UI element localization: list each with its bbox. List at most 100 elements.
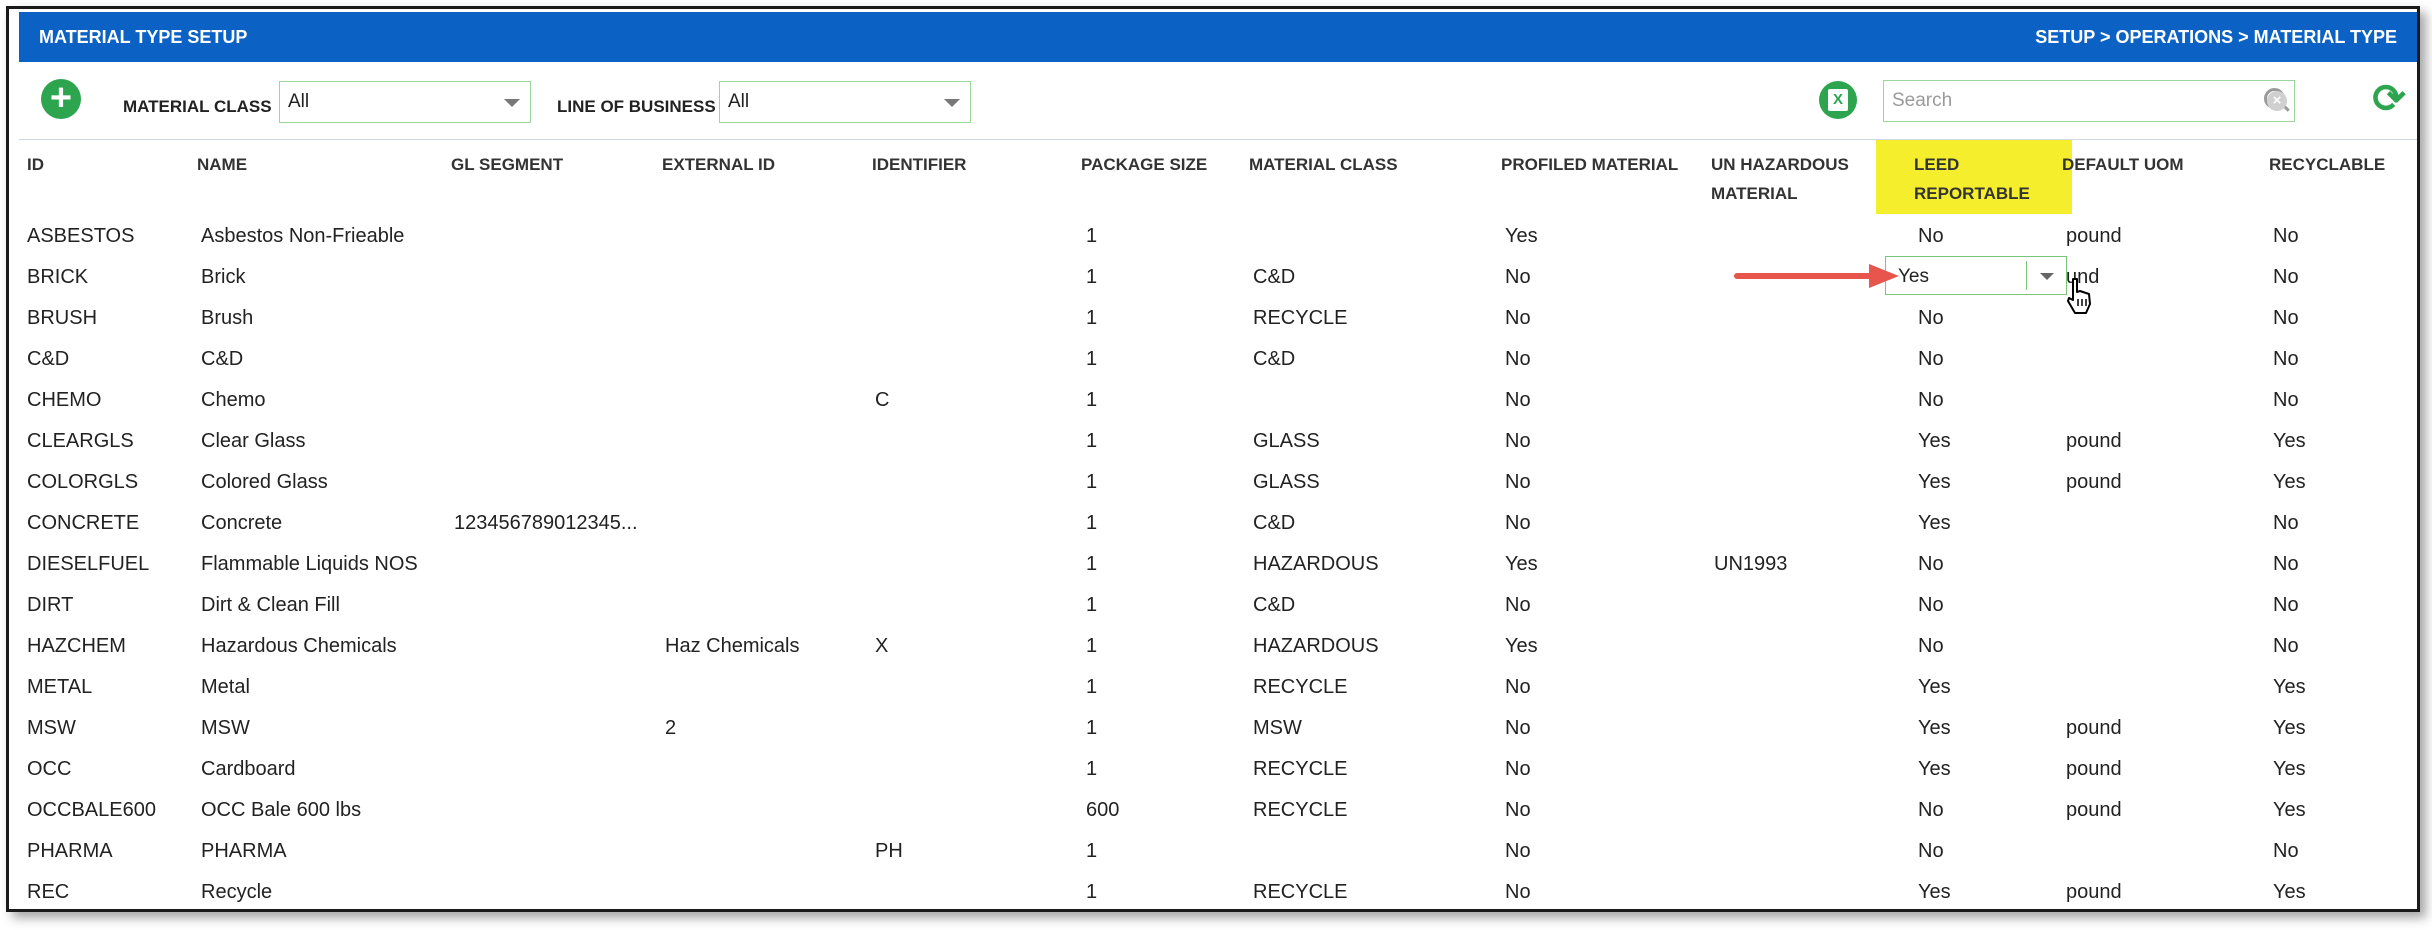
table-row[interactable]: ASBESTOS Asbestos Non-Frieable 1 Yes No pound… [19,214,2417,256]
cell-package-size: 1 [1086,758,1098,780]
table-row[interactable]: OCCBALE600 OCC Bale 600 lbs 600 RECYCLE No No… [19,788,2417,830]
cell-id: CONCRETE [27,512,140,534]
hand-cursor-icon [2067,278,2091,314]
cell-name: C&D [201,348,244,370]
cell-package-size: 1 [1086,512,1098,534]
cell-package-size: 1 [1086,389,1098,411]
table-row[interactable]: OCC Cardboard 1 RECYCLE No Yes pound Yes [19,747,2417,789]
cell-id: C&D [27,348,70,370]
search-input[interactable] [1890,87,2214,115]
cell-leed-reportable: Yes [1918,430,1951,452]
cell-recyclable: No [2273,225,2299,247]
cell-recyclable: Yes [2273,430,2306,452]
cell-recyclable: Yes [2273,717,2306,739]
cell-leed-reportable: Yes [1918,717,1951,739]
chevron-down-icon [504,99,520,107]
cell-external-id: 2 [665,717,677,739]
cell-name: Brush [201,307,254,329]
cell-package-size: 1 [1086,676,1098,698]
cell-leed-reportable: No [1918,840,1944,862]
material-class-value: All [288,91,310,112]
cell-identifier: PH [875,840,903,862]
cell-profiled-material: Yes [1505,225,1538,247]
refresh-icon[interactable]: ⟳ [2369,79,2409,119]
cell-name: PHARMA [201,840,287,862]
cell-profiled-material: No [1505,717,1531,739]
add-icon[interactable]: + [41,79,81,119]
cell-default-uom: pound [2066,799,2122,821]
material-type-window: MATERIAL TYPE SETUP SETUP > OPERATIONS >… [6,6,2420,912]
cell-leed-reportable: Yes [1918,471,1951,493]
breadcrumb[interactable]: SETUP > OPERATIONS > MATERIAL TYPE [2035,27,2397,48]
cell-id: ASBESTOS [27,225,135,247]
table-row[interactable]: PHARMA PHARMA PH 1 No No No [19,829,2417,871]
cell-profiled-material: No [1505,799,1531,821]
col-un-hazardous[interactable]: UN HAZARDOUS MATERIAL [1711,150,1849,208]
cell-id: HAZCHEM [27,635,126,657]
chevron-down-icon[interactable] [2040,273,2054,280]
table-row[interactable]: HAZCHEM Hazardous Chemicals Haz Chemicals X… [19,624,2417,666]
cell-package-size: 1 [1086,307,1098,329]
cell-material-class: RECYCLE [1253,307,1348,329]
cell-package-size: 1 [1086,635,1098,657]
cell-id: DIRT [27,594,74,616]
cell-name: Cardboard [201,758,296,780]
cell-profiled-material: No [1505,471,1531,493]
chevron-down-icon [944,99,960,107]
col-package-size[interactable]: PACKAGE SIZE [1081,150,1207,179]
col-material-class[interactable]: MATERIAL CLASS [1249,150,1398,179]
grid-header: ID NAME GL SEGMENT EXTERNAL ID IDENTIFIE… [19,139,2417,215]
col-name[interactable]: NAME [197,150,247,179]
col-profiled-material[interactable]: PROFILED MATERIAL [1501,150,1678,179]
col-identifier[interactable]: IDENTIFIER [872,150,966,179]
cell-material-class: HAZARDOUS [1253,635,1379,657]
cell-recyclable: No [2273,594,2299,616]
cell-profiled-material: No [1505,881,1531,903]
table-row[interactable]: DIRT Dirt & Clean Fill 1 C&D No No No [19,583,2417,625]
table-row[interactable]: BRUSH Brush 1 RECYCLE No No No [19,296,2417,338]
cell-name: Dirt & Clean Fill [201,594,340,616]
table-row[interactable]: DIESELFUEL Flammable Liquids NOS 1 HAZARDOU… [19,542,2417,584]
col-external-id[interactable]: EXTERNAL ID [662,150,775,179]
cell-recyclable: Yes [2273,676,2306,698]
table-row[interactable]: CLEARGLS Clear Glass 1 GLASS No Yes pound Yes [19,419,2417,461]
table-row[interactable]: BRICK Brick 1 C&D No Yes und No [19,255,2417,297]
col-id[interactable]: ID [27,150,44,179]
table-row[interactable]: MSW MSW 2 1 MSW No Yes pound Yes [19,706,2417,748]
table-row[interactable]: REC Recycle 1 RECYCLE No Yes pound Yes [19,870,2417,909]
cell-gl-segment: 123456789012345... [454,512,638,534]
line-of-business-value: All [728,91,750,112]
col-default-uom[interactable]: DEFAULT UOM [2062,150,2184,179]
cell-id: COLORGLS [27,471,139,493]
clear-icon[interactable]: × [2267,91,2287,111]
cell-package-size: 1 [1086,225,1098,247]
cell-leed-reportable: No [1918,225,1944,247]
material-class-select[interactable]: All [279,81,531,123]
material-class-label: MATERIAL CLASS [123,97,272,116]
cell-profiled-material: Yes [1505,553,1538,575]
search-box[interactable]: × [1883,80,2295,122]
cell-profiled-material: No [1505,389,1531,411]
red-arrow-annotation [1734,264,1899,288]
line-of-business-select[interactable]: All [719,81,971,123]
table-row[interactable]: CHEMO Chemo C 1 No No No [19,378,2417,420]
col-leed-reportable[interactable]: LEED REPORTABLE [1914,150,2030,208]
cell-material-class: HAZARDOUS [1253,553,1379,575]
table-row[interactable]: C&D C&D 1 C&D No No No [19,337,2417,379]
cell-name: Metal [201,676,250,698]
cell-material-class: GLASS [1253,430,1320,452]
table-row[interactable]: CONCRETE Concrete 123456789012345... 1 C&D No… [19,501,2417,543]
cell-profiled-material: No [1505,430,1531,452]
leed-reportable-editor[interactable]: Yes [1885,256,2067,295]
table-row[interactable]: METAL Metal 1 RECYCLE No Yes Yes [19,665,2417,707]
col-gl-segment[interactable]: GL SEGMENT [451,150,563,179]
excel-export-icon[interactable]: X [1819,81,1857,119]
table-row[interactable]: COLORGLS Colored Glass 1 GLASS No Yes pound Yes [19,460,2417,502]
col-recyclable[interactable]: RECYCLABLE [2269,150,2385,179]
cell-package-size: 1 [1086,594,1098,616]
cell-id: DIESELFUEL [27,553,150,575]
cell-package-size: 1 [1086,430,1098,452]
cell-name: Recycle [201,881,273,903]
cell-material-class: RECYCLE [1253,676,1348,698]
cell-material-class: C&D [1253,348,1296,370]
